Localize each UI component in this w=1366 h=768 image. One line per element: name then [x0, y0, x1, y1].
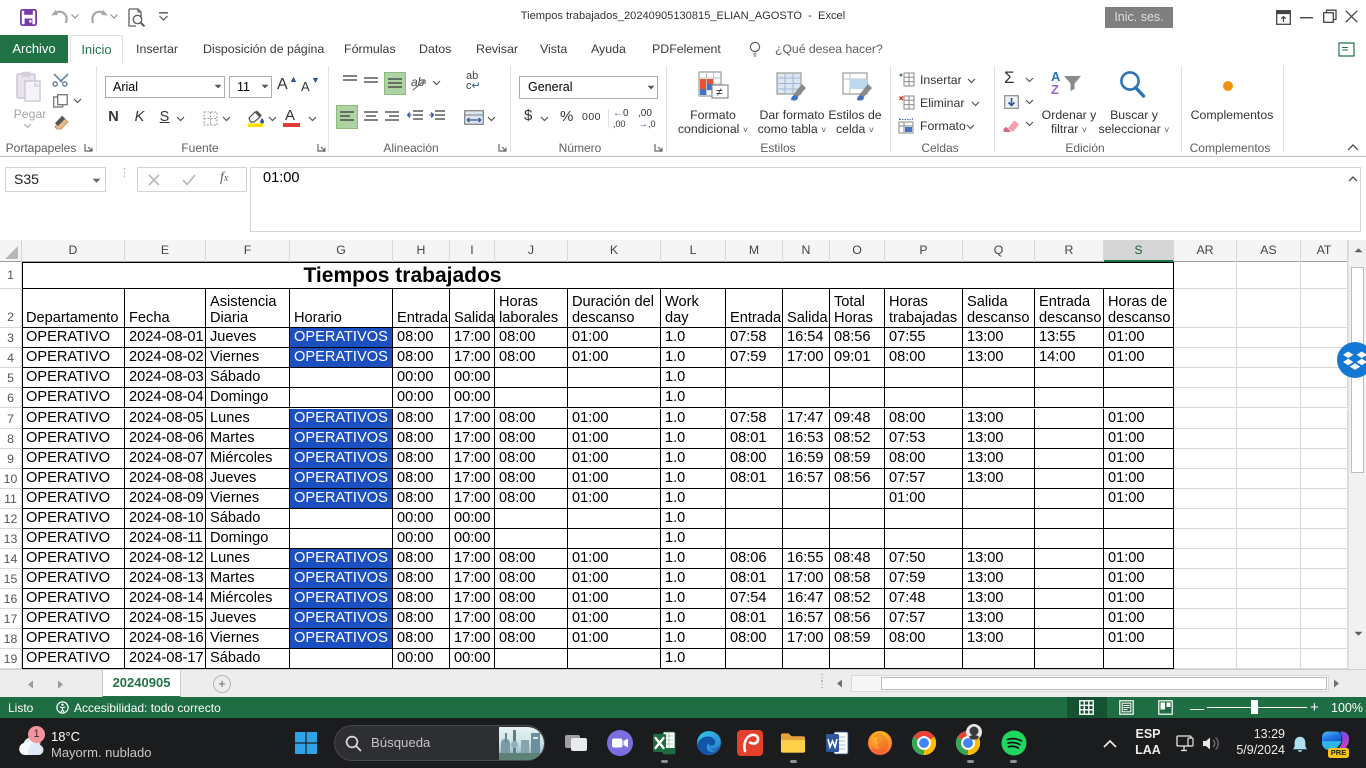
svg-text:≠: ≠ — [716, 85, 723, 99]
